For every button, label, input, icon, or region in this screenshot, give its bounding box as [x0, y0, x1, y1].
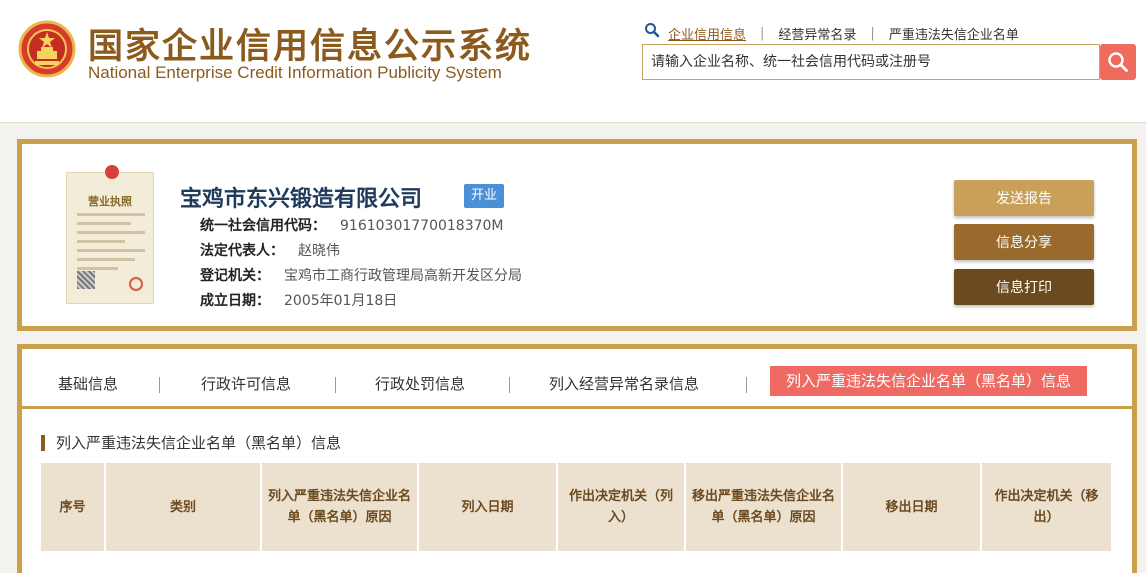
- nav-link-enterprise-credit[interactable]: 企业信用信息: [668, 24, 746, 43]
- info-established-date: 成立日期： 2005年01月18日: [200, 290, 397, 310]
- print-info-button[interactable]: 信息打印: [954, 269, 1094, 305]
- top-nav: 企业信用信息 | 经营异常名录 | 严重违法失信企业名单: [668, 24, 1019, 43]
- license-title: 营业执照: [88, 195, 132, 208]
- table-header-row: 序号 类别 列入严重违法失信企业名单（黑名单）原因 列入日期 作出决定机关（列入…: [41, 463, 1111, 551]
- tab-administrative-license[interactable]: 行政许可信息: [201, 369, 291, 399]
- tab-separator: [746, 377, 747, 393]
- company-card: 营业执照 宝鸡市东兴锻造有限公司 开业 统一社会信用代码： 91610301770…: [17, 139, 1137, 331]
- blacklist-table: 序号 类别 列入严重违法失信企业名单（黑名单）原因 列入日期 作出决定机关（列入…: [41, 463, 1111, 551]
- registration-authority-value: 宝鸡市工商行政管理局高新开发区分局: [284, 268, 522, 284]
- tab-basic-info[interactable]: 基础信息: [58, 369, 118, 399]
- tab-separator: [335, 377, 336, 393]
- column-header-removal-authority: 作出决定机关（移出）: [980, 463, 1111, 551]
- credit-code-value: 91610301770018370M: [340, 218, 504, 234]
- info-legal-rep: 法定代表人： 赵晓伟: [200, 240, 340, 260]
- info-registration-authority: 登记机关： 宝鸡市工商行政管理局高新开发区分局: [200, 265, 522, 285]
- tab-separator: [159, 377, 160, 393]
- info-panel: 基础信息 行政许可信息 行政处罚信息 列入经营异常名录信息 列入严重违法失信企业…: [17, 344, 1137, 573]
- credit-code-label: 统一社会信用代码：: [200, 218, 326, 234]
- status-badge: 开业: [464, 184, 505, 208]
- header: 国家企业信用信息公示系统 National Enterprise Credit …: [0, 0, 1146, 123]
- column-header-listing-authority: 作出决定机关（列入）: [556, 463, 685, 551]
- search-icon: [645, 23, 660, 38]
- legal-rep-value: 赵晓伟: [298, 243, 340, 259]
- column-header-removal-reason: 移出严重违法失信企业名单（黑名单）原因: [684, 463, 842, 551]
- column-header-category: 类别: [104, 463, 261, 551]
- column-header-listing-date: 列入日期: [417, 463, 557, 551]
- license-text-lines: [77, 213, 145, 276]
- registration-authority-label: 登记机关：: [200, 268, 270, 284]
- license-emblem-icon: [105, 165, 119, 179]
- legal-rep-label: 法定代表人：: [200, 243, 284, 259]
- nav-separator: |: [870, 26, 875, 41]
- column-header-listing-reason: 列入严重违法失信企业名单（黑名单）原因: [260, 463, 418, 551]
- search-icon: [1108, 52, 1128, 72]
- section-title: 列入严重违法失信企业名单（黑名单）信息: [41, 435, 341, 451]
- info-credit-code: 统一社会信用代码： 91610301770018370M: [200, 215, 504, 235]
- tab-separator: [509, 377, 510, 393]
- tab-blacklist[interactable]: 列入严重违法失信企业名单（黑名单）信息: [770, 366, 1088, 396]
- nav-link-blacklist[interactable]: 严重违法失信企业名单: [889, 24, 1019, 43]
- nav-separator: |: [760, 26, 765, 41]
- national-emblem-icon: [18, 20, 76, 78]
- qr-code-icon: [77, 271, 95, 289]
- share-info-button[interactable]: 信息分享: [954, 224, 1094, 260]
- tab-administrative-penalty[interactable]: 行政处罚信息: [375, 369, 465, 399]
- send-report-button[interactable]: 发送报告: [954, 180, 1094, 216]
- search-box: [642, 44, 1100, 80]
- established-date-label: 成立日期：: [200, 293, 270, 309]
- search-input[interactable]: [651, 54, 1091, 70]
- nav-link-abnormal-list[interactable]: 经营异常名录: [778, 24, 856, 43]
- site-title: 国家企业信用信息公示系统: [88, 27, 533, 67]
- site-title-english: National Enterprise Credit Information P…: [88, 63, 502, 82]
- tab-abnormal-operation[interactable]: 列入经营异常名录信息: [549, 369, 699, 399]
- company-name: 宝鸡市东兴锻造有限公司: [180, 187, 423, 212]
- business-license-image[interactable]: 营业执照: [66, 165, 154, 304]
- seal-icon: [129, 277, 143, 291]
- column-header-index: 序号: [59, 499, 86, 515]
- established-date-value: 2005年01月18日: [284, 293, 398, 309]
- tab-bar: 基础信息 行政许可信息 行政处罚信息 列入经营异常名录信息 列入严重违法失信企业…: [22, 349, 1132, 409]
- column-header-removal-date: 移出日期: [841, 463, 981, 551]
- search-button[interactable]: [1100, 44, 1136, 80]
